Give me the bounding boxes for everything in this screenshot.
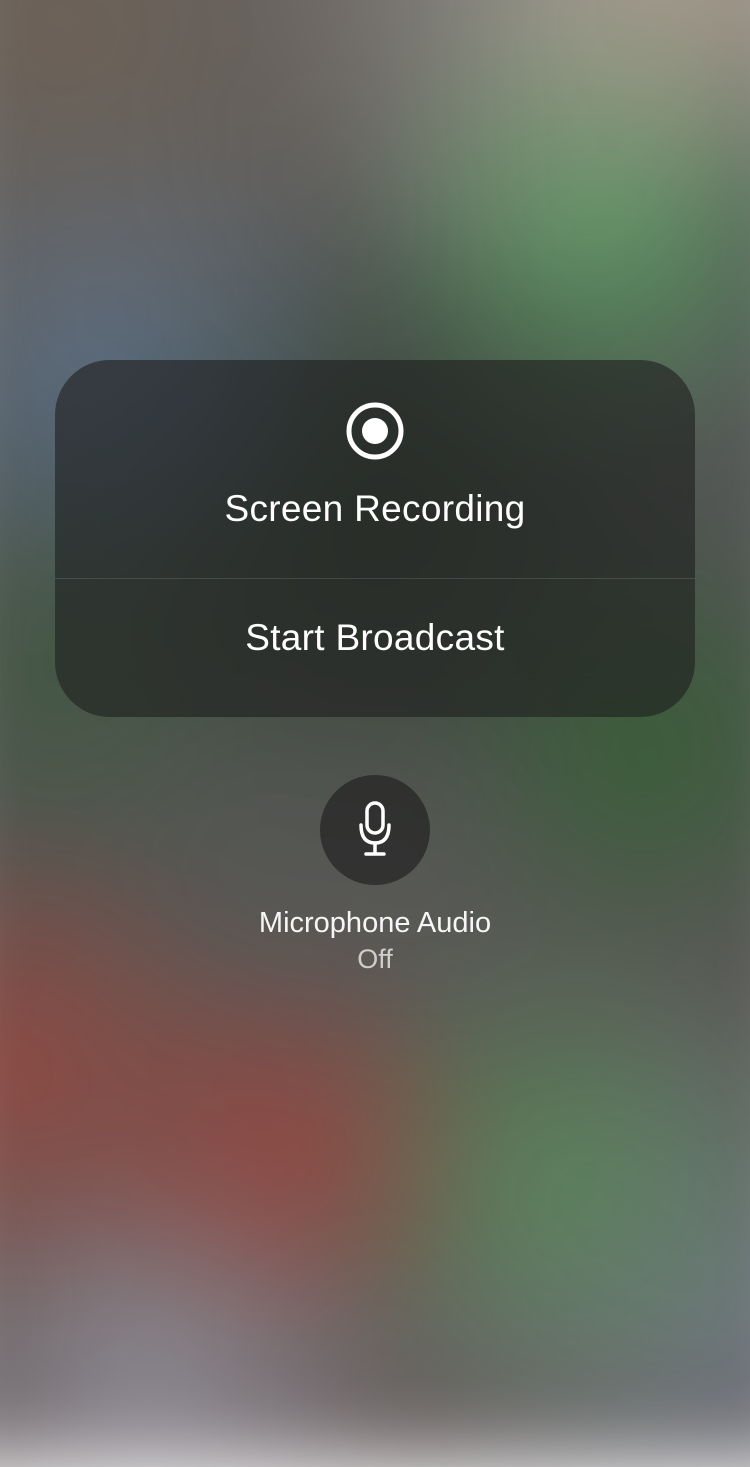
start-broadcast-label: Start Broadcast [245,617,505,659]
microphone-icon [355,801,395,859]
microphone-title: Microphone Audio [259,907,491,940]
screen-recording-header: Screen Recording [55,360,695,579]
control-center-expanded: Screen Recording Start Broadcast Microph… [0,0,750,1334]
microphone-toggle-button[interactable] [320,775,430,885]
microphone-status: Off [357,944,393,975]
microphone-section: Microphone Audio Off [259,775,491,975]
start-broadcast-button[interactable]: Start Broadcast [55,579,695,717]
screen-recording-card: Screen Recording Start Broadcast [55,360,695,717]
screen-recording-title: Screen Recording [225,488,526,530]
record-icon [346,402,404,460]
